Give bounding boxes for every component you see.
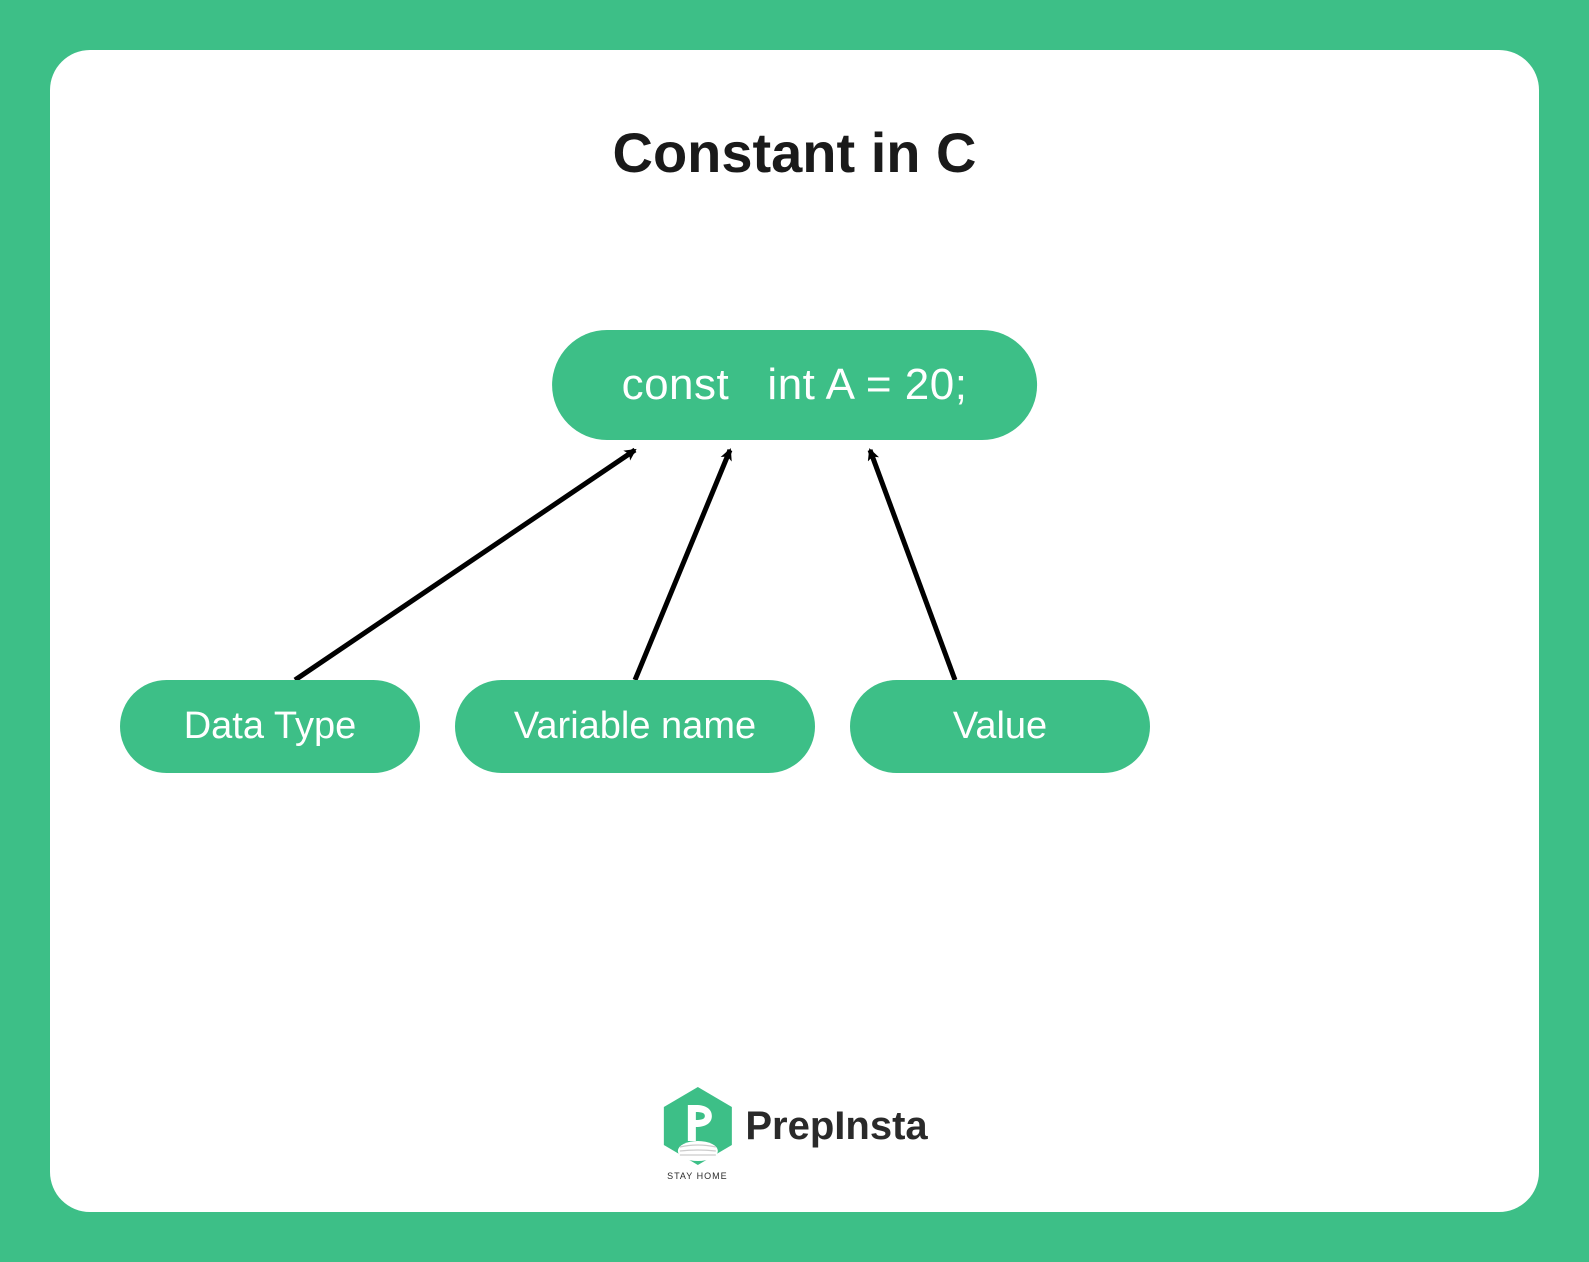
diagram-card: Constant in C const int A = 20; Data Typ… [50, 50, 1539, 1212]
label-variable-name: Variable name [455, 680, 815, 773]
label-data-type: Data Type [120, 680, 420, 773]
code-declaration-pill: const int A = 20; [552, 330, 1038, 440]
logo-hex-icon: STAY HOME [661, 1085, 733, 1167]
brand-tagline: STAY HOME [667, 1171, 728, 1181]
diagram-title: Constant in C [50, 50, 1539, 185]
brand-name: PrepInsta [745, 1104, 927, 1149]
annotation-arrows [50, 50, 1539, 1212]
brand-logo: STAY HOME PrepInsta [661, 1085, 927, 1167]
label-value: Value [850, 680, 1150, 773]
